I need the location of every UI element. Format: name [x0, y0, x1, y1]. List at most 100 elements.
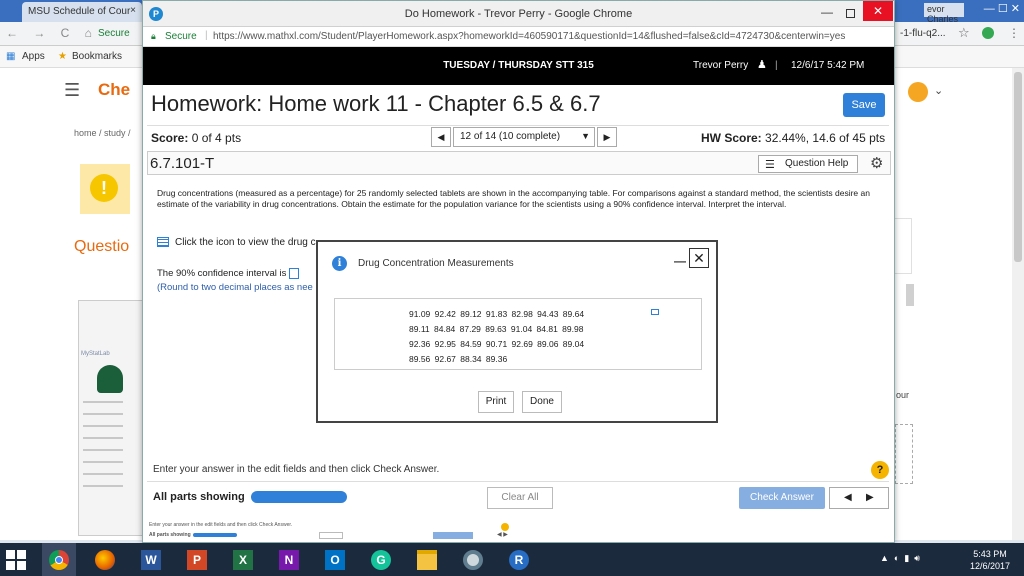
exclamation-icon: !: [90, 174, 118, 202]
hamburger-menu-icon[interactable]: ☰: [64, 80, 80, 101]
chevron-down-icon[interactable]: ⌄: [934, 84, 943, 97]
window-title-bar[interactable]: P Do Homework - Trevor Perry - Google Ch…: [143, 1, 894, 27]
onenote-icon[interactable]: N: [276, 547, 302, 573]
save-button[interactable]: Save: [843, 93, 885, 117]
previous-part-button[interactable]: ◀: [844, 492, 852, 503]
question-text: Drug concentrations (measured as a perce…: [157, 188, 870, 209]
clock-time: 5:43 PM: [973, 549, 1007, 559]
firefox-icon[interactable]: [92, 547, 118, 573]
parts-progress-bar: [251, 491, 347, 503]
background-secure-label: Secure: [98, 28, 130, 39]
question-id: 6.7.101-T: [150, 155, 215, 172]
table-icon[interactable]: [157, 237, 169, 248]
background-right-button[interactable]: [906, 284, 914, 306]
reflected-parts: All parts showing: [149, 532, 191, 538]
data-row: 91.09 92.42 89.12 91.83 82.98 94.43 89.6…: [409, 309, 585, 319]
bookmarks-folder[interactable]: Bookmarks: [72, 51, 122, 62]
chegg-logo[interactable]: Che: [98, 80, 130, 100]
background-alert: !: [80, 164, 130, 214]
done-button[interactable]: Done: [522, 391, 562, 413]
windows-start-icon[interactable]: [6, 550, 26, 570]
next-part-button[interactable]: ▶: [866, 492, 874, 503]
dialog-close-button[interactable]: ✕: [689, 248, 709, 268]
question-help-button[interactable]: ☰ Question Help: [758, 155, 858, 173]
confidence-interval-prompt: The 90% confidence interval is (Round to…: [157, 267, 313, 295]
address-bar[interactable]: 🔒︎ Secure | https://www.mathxl.com/Stude…: [143, 27, 894, 47]
check-answer-button[interactable]: Check Answer: [739, 487, 825, 509]
reflected-nav: ◀ ▶: [497, 532, 508, 538]
r-studio-icon[interactable]: R: [506, 547, 532, 573]
course-title: TUESDAY / THURSDAY STT 315: [443, 60, 594, 71]
apps-bookmark[interactable]: Apps: [22, 51, 45, 62]
minimize-button[interactable]: —: [821, 5, 833, 19]
chrome-icon[interactable]: [46, 547, 72, 573]
reflected-help-icon: [501, 523, 509, 531]
system-tray-icons[interactable]: ▲ ◐ ▮ 🔊︎: [880, 553, 920, 564]
course-header: TUESDAY / THURSDAY STT 315 Trevor Perry …: [143, 47, 894, 85]
gear-icon[interactable]: ⚙: [870, 154, 883, 172]
data-row: 89.56 92.67 88.34 89.36: [409, 354, 508, 364]
copy-icon[interactable]: [651, 309, 659, 315]
background-nav-icons[interactable]: ← → C ⌂: [6, 26, 98, 40]
powerpoint-icon[interactable]: P: [184, 547, 210, 573]
reflected-progress: [193, 533, 237, 537]
bookmarks-star-icon: ★: [58, 51, 67, 62]
hw-score-value: 32.44%, 14.6 of 45 pts: [765, 131, 886, 145]
url-text[interactable]: https://www.mathxl.com/Student/PlayerHom…: [213, 31, 845, 42]
background-breadcrumb[interactable]: home / study /: [74, 128, 131, 138]
table-link-row[interactable]: Click the icon to view the drug c: [157, 237, 316, 248]
apps-grid-icon[interactable]: ▦: [6, 51, 15, 62]
lock-icon: 🔒︎: [151, 31, 156, 41]
bookmark-star-icon[interactable]: ☆: [958, 25, 970, 41]
background-tab[interactable]: MSU Schedule of Cour ×: [22, 2, 142, 22]
user-name: Trevor Perry: [693, 60, 749, 71]
data-row: 89.11 84.84 87.29 89.63 91.04 84.81 89.9…: [409, 324, 584, 334]
scrollbar-thumb[interactable]: [1014, 72, 1022, 262]
close-window-button[interactable]: ✕: [863, 1, 893, 21]
chrome-remote-icon[interactable]: [460, 547, 486, 573]
file-explorer-icon[interactable]: [414, 547, 440, 573]
excel-icon[interactable]: X: [230, 547, 256, 573]
help-question-icon[interactable]: ?: [871, 461, 889, 479]
grammarly-icon[interactable]: G: [368, 547, 394, 573]
maximize-button[interactable]: [846, 9, 855, 18]
profile-avatar-icon[interactable]: [908, 82, 928, 102]
outlook-icon[interactable]: O: [322, 547, 348, 573]
divider: [147, 481, 889, 482]
dialog-minimize-button[interactable]: —: [674, 254, 686, 268]
table-link-text: Click the icon to view the drug c: [175, 237, 316, 248]
taskbar-clock[interactable]: 5:43 PM 12/6/2017: [970, 548, 1010, 572]
thumbnail-menu-lines: [83, 401, 123, 497]
header-datetime: 12/6/17 5:42 PM: [791, 60, 865, 71]
page-title: Homework: Home work 11 - Chapter 6.5 & 6…: [151, 91, 601, 116]
background-tab-title: MSU Schedule of Cour: [28, 6, 131, 17]
word-icon[interactable]: W: [138, 547, 164, 573]
chrome-menu-icon[interactable]: ⋮: [1008, 26, 1020, 40]
print-button[interactable]: Print: [478, 391, 514, 413]
dialog-title: Drug Concentration Measurements: [358, 258, 514, 269]
score-value: 0 of 4 pts: [191, 131, 242, 145]
background-url-tail[interactable]: -1-flu-q2...: [900, 28, 946, 39]
background-right-text: our: [896, 390, 910, 400]
background-window-controls[interactable]: — ☐ ✕: [984, 2, 1020, 15]
header-separator: |: [775, 60, 778, 71]
next-question-button[interactable]: ▶: [597, 127, 617, 147]
ci-lower-input[interactable]: [289, 267, 300, 279]
background-profile-name: evor Charles: [924, 3, 964, 24]
ci-text: The 90% confidence interval is: [157, 268, 287, 279]
hw-score-label: HW Score:: [701, 131, 762, 145]
clock-date: 12/6/2017: [970, 561, 1011, 571]
previous-question-button[interactable]: ◀: [431, 127, 451, 147]
question-select[interactable]: 12 of 14 (10 complete) ▼: [453, 127, 595, 147]
clear-all-button[interactable]: Clear All: [487, 487, 553, 509]
background-scrollbar[interactable]: [1012, 68, 1024, 540]
data-row: 92.36 92.95 84.59 90.71 92.69 89.06 89.0…: [409, 339, 585, 349]
reflected-footer: Enter your answer in the edit fields and…: [147, 521, 889, 541]
data-table: 91.09 92.42 89.12 91.83 82.98 94.43 89.6…: [334, 298, 702, 370]
background-question-heading: Questio: [74, 238, 130, 255]
ci-round-hint: (Round to two decimal places as nee: [157, 282, 313, 293]
question-select-value: 12 of 14 (10 complete): [460, 131, 561, 142]
extension-icon[interactable]: [982, 27, 994, 39]
background-tab-close-icon[interactable]: ×: [130, 5, 136, 16]
spartan-helmet-icon: [97, 365, 123, 393]
